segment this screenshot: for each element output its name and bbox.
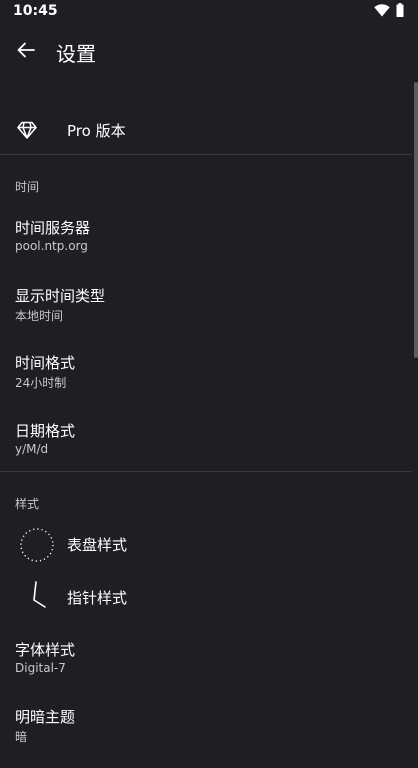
clock-hands-icon — [18, 579, 56, 617]
divider — [0, 154, 412, 155]
scrollbar[interactable] — [414, 82, 418, 358]
status-bar: 10:45 — [0, 0, 418, 24]
status-time: 10:45 — [13, 3, 58, 19]
pro-version-item[interactable]: Pro 版本 — [0, 106, 412, 154]
pref-summary: pool.ntp.org — [15, 239, 88, 253]
pref-hand-style[interactable]: 指针样式 — [0, 575, 412, 619]
pref-label: 指针样式 — [67, 589, 128, 607]
pref-summary: 暗 — [15, 730, 28, 744]
pro-version-label: Pro 版本 — [67, 122, 126, 140]
status-icons — [374, 2, 404, 21]
pref-time-format[interactable]: 时间格式 24小时制 — [0, 352, 412, 414]
pref-title: 日期格式 — [15, 422, 76, 440]
pref-title: 明暗主题 — [15, 708, 76, 726]
pref-summary: y/M/d — [15, 442, 49, 456]
pref-title: 显示时间类型 — [15, 287, 106, 305]
pref-title: 字体样式 — [15, 641, 76, 659]
back-button[interactable] — [8, 30, 44, 74]
pref-display-time-type[interactable]: 显示时间类型 本地时间 — [0, 285, 412, 347]
pref-font-style[interactable]: 字体样式 Digital-7 — [0, 639, 412, 701]
arrow-left-icon — [16, 40, 36, 64]
pref-theme[interactable]: 明暗主题 暗 — [0, 706, 412, 768]
pref-dial-style[interactable]: 表盘样式 — [0, 522, 412, 566]
pref-label: 表盘样式 — [67, 536, 128, 554]
pref-title: 时间格式 — [15, 354, 76, 372]
pref-summary: 本地时间 — [15, 309, 64, 323]
battery-icon — [396, 2, 404, 21]
page-title: 设置 — [56, 42, 96, 66]
divider — [0, 471, 412, 472]
pref-summary: 24小时制 — [15, 376, 67, 390]
diamond-icon — [16, 119, 38, 141]
clock-dial-icon — [18, 526, 56, 564]
pref-time-server[interactable]: 时间服务器 pool.ntp.org — [0, 217, 412, 279]
wifi-icon — [374, 2, 390, 21]
pref-date-format[interactable]: 日期格式 y/M/d — [0, 420, 412, 482]
section-header-style: 样式 — [15, 497, 40, 511]
pref-summary: Digital-7 — [15, 661, 66, 675]
app-bar: 设置 — [0, 24, 418, 80]
pref-title: 时间服务器 — [15, 219, 91, 237]
section-header-time: 时间 — [15, 180, 40, 194]
